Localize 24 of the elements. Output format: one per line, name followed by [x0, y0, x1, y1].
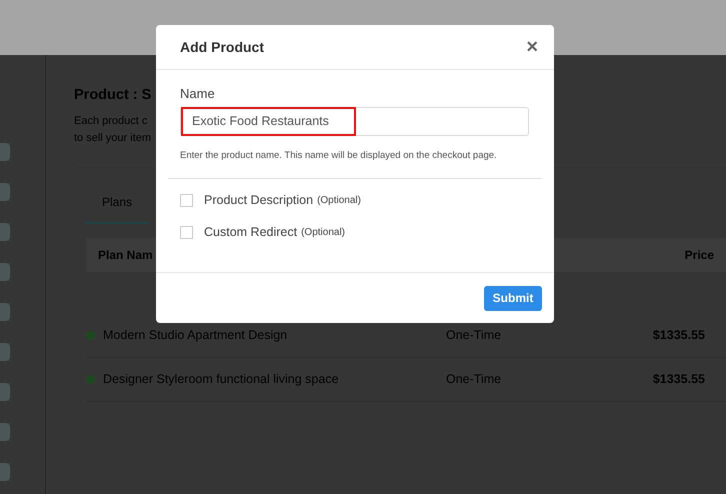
option-label: Custom Redirect: [204, 224, 298, 242]
close-button[interactable]: ×: [522, 37, 542, 57]
help-text: Enter the product name. This name will be displayed on the checkout page.: [180, 148, 498, 162]
sidebar-icon[interactable]: [0, 423, 10, 441]
sidebar-icon[interactable]: [0, 303, 10, 321]
field-label: Name: [180, 85, 216, 103]
sidebar-icon[interactable]: [0, 463, 10, 481]
sidebar-icon[interactable]: [0, 183, 10, 201]
highlighted-value: Exotic Food Restaurants: [181, 106, 356, 136]
submit-button[interactable]: Submit: [484, 286, 542, 310]
checkbox[interactable]: [180, 194, 193, 207]
optional-note: (Optional): [317, 194, 361, 208]
column-header: Price: [684, 247, 714, 264]
checkbox[interactable]: [180, 226, 193, 239]
sidebar-icon[interactable]: [0, 223, 10, 241]
dialog-title: Add Product: [180, 38, 264, 56]
sidebar-icon[interactable]: [0, 263, 10, 281]
sidebar-icon[interactable]: [0, 383, 10, 401]
optional-note: (Optional): [301, 226, 345, 240]
sidebar-icon[interactable]: [0, 143, 10, 161]
name-input-field[interactable]: Exotic Food Restaurants: [180, 106, 529, 136]
column-header: Plan Nam: [98, 247, 153, 264]
option-label: Product Description: [204, 192, 314, 210]
sidebar-icon[interactable]: [0, 343, 10, 361]
